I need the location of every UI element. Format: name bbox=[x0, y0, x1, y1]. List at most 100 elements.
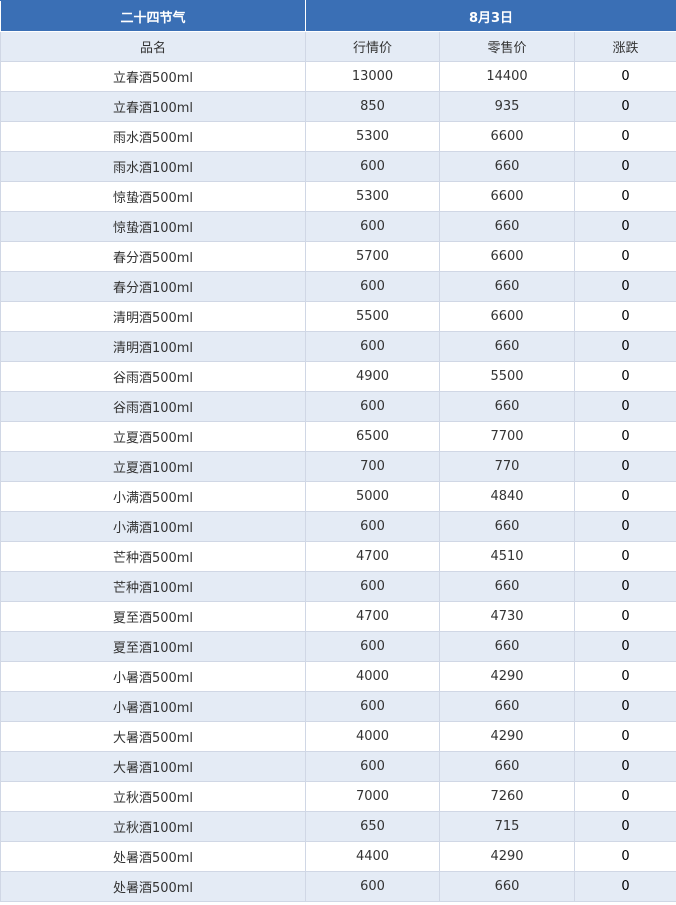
price-change-cell: 0 bbox=[574, 871, 676, 902]
market-price-cell: 600 bbox=[305, 151, 440, 182]
date-title: 8月3日 bbox=[305, 0, 676, 32]
table-row: 谷雨酒500ml 4900 5500 0 bbox=[0, 361, 676, 392]
product-name-cell: 清明酒500ml bbox=[0, 301, 306, 332]
product-name-cell: 惊蛰酒100ml bbox=[0, 211, 306, 242]
product-name-cell: 小满酒500ml bbox=[0, 481, 306, 512]
price-change-cell: 0 bbox=[574, 301, 676, 332]
market-price-cell: 4000 bbox=[305, 661, 440, 692]
retail-price-cell: 660 bbox=[439, 751, 575, 782]
table-row: 小暑酒100ml 600 660 0 bbox=[0, 691, 676, 722]
product-name-cell: 立春酒500ml bbox=[0, 61, 306, 92]
price-change-cell: 0 bbox=[574, 811, 676, 842]
table-row: 惊蛰酒100ml 600 660 0 bbox=[0, 211, 676, 242]
product-name-cell: 春分酒500ml bbox=[0, 241, 306, 272]
column-header-row: 品名 行情价 零售价 涨跌 bbox=[0, 31, 676, 62]
retail-price-cell: 4510 bbox=[439, 541, 575, 572]
table-row: 立春酒500ml 13000 14400 0 bbox=[0, 61, 676, 92]
retail-price-cell: 6600 bbox=[439, 181, 575, 212]
product-name-cell: 立春酒100ml bbox=[0, 91, 306, 122]
product-name-cell: 夏至酒500ml bbox=[0, 601, 306, 632]
market-price-cell: 6500 bbox=[305, 421, 440, 452]
price-change-cell: 0 bbox=[574, 451, 676, 482]
product-name-cell: 小暑酒500ml bbox=[0, 661, 306, 692]
price-change-cell: 0 bbox=[574, 391, 676, 422]
product-name-cell: 立秋酒100ml bbox=[0, 811, 306, 842]
price-table: 二十四节气 8月3日 品名 行情价 零售价 涨跌 立春酒500ml 13000 14… bbox=[0, 0, 676, 902]
market-price-cell: 13000 bbox=[305, 61, 440, 92]
price-change-cell: 0 bbox=[574, 691, 676, 722]
retail-price-cell: 4290 bbox=[439, 721, 575, 752]
retail-price-cell: 6600 bbox=[439, 241, 575, 272]
retail-price-cell: 660 bbox=[439, 391, 575, 422]
table-row: 小暑酒500ml 4000 4290 0 bbox=[0, 661, 676, 692]
price-change-cell: 0 bbox=[574, 541, 676, 572]
price-change-cell: 0 bbox=[574, 271, 676, 302]
retail-price-cell: 4290 bbox=[439, 841, 575, 872]
market-price-cell: 5300 bbox=[305, 121, 440, 152]
price-change-cell: 0 bbox=[574, 241, 676, 272]
market-price-cell: 850 bbox=[305, 91, 440, 122]
market-price-cell: 600 bbox=[305, 691, 440, 722]
table-row: 大暑酒500ml 4000 4290 0 bbox=[0, 721, 676, 752]
market-price-cell: 7000 bbox=[305, 781, 440, 812]
table-row: 立夏酒500ml 6500 7700 0 bbox=[0, 421, 676, 452]
column-header-retail-price: 零售价 bbox=[439, 31, 575, 62]
table-row: 大暑酒100ml 600 660 0 bbox=[0, 751, 676, 782]
table-row: 春分酒100ml 600 660 0 bbox=[0, 271, 676, 302]
product-name-cell: 夏至酒100ml bbox=[0, 631, 306, 662]
retail-price-cell: 660 bbox=[439, 691, 575, 722]
price-change-cell: 0 bbox=[574, 661, 676, 692]
table-row: 立春酒100ml 850 935 0 bbox=[0, 91, 676, 122]
market-price-cell: 600 bbox=[305, 871, 440, 902]
table-row: 清明酒100ml 600 660 0 bbox=[0, 331, 676, 362]
column-header-name: 品名 bbox=[0, 31, 306, 62]
retail-price-cell: 660 bbox=[439, 211, 575, 242]
retail-price-cell: 715 bbox=[439, 811, 575, 842]
retail-price-cell: 4290 bbox=[439, 661, 575, 692]
table-row: 立秋酒500ml 7000 7260 0 bbox=[0, 781, 676, 812]
market-price-cell: 600 bbox=[305, 211, 440, 242]
product-name-cell: 雨水酒100ml bbox=[0, 151, 306, 182]
table-row: 雨水酒100ml 600 660 0 bbox=[0, 151, 676, 182]
market-price-cell: 600 bbox=[305, 331, 440, 362]
retail-price-cell: 770 bbox=[439, 451, 575, 482]
price-change-cell: 0 bbox=[574, 421, 676, 452]
table-row: 清明酒500ml 5500 6600 0 bbox=[0, 301, 676, 332]
market-price-cell: 700 bbox=[305, 451, 440, 482]
market-price-cell: 4900 bbox=[305, 361, 440, 392]
table-row: 小满酒500ml 5000 4840 0 bbox=[0, 481, 676, 512]
table-row: 芒种酒100ml 600 660 0 bbox=[0, 571, 676, 602]
market-price-cell: 4700 bbox=[305, 601, 440, 632]
table-row: 小满酒100ml 600 660 0 bbox=[0, 511, 676, 542]
product-name-cell: 芒种酒100ml bbox=[0, 571, 306, 602]
price-change-cell: 0 bbox=[574, 91, 676, 122]
market-price-cell: 600 bbox=[305, 751, 440, 782]
market-price-cell: 600 bbox=[305, 571, 440, 602]
table-row: 夏至酒100ml 600 660 0 bbox=[0, 631, 676, 662]
price-change-cell: 0 bbox=[574, 601, 676, 632]
product-name-cell: 立夏酒500ml bbox=[0, 421, 306, 452]
product-name-cell: 处暑酒500ml bbox=[0, 871, 306, 902]
retail-price-cell: 660 bbox=[439, 511, 575, 542]
table-body: 立春酒500ml 13000 14400 0 立春酒100ml 850 935 0 雨水酒500… bbox=[0, 61, 676, 902]
product-name-cell: 谷雨酒500ml bbox=[0, 361, 306, 392]
market-price-cell: 5300 bbox=[305, 181, 440, 212]
table-row: 雨水酒500ml 5300 6600 0 bbox=[0, 121, 676, 152]
table-row: 立秋酒100ml 650 715 0 bbox=[0, 811, 676, 842]
market-price-cell: 600 bbox=[305, 511, 440, 542]
market-price-cell: 650 bbox=[305, 811, 440, 842]
product-name-cell: 立秋酒500ml bbox=[0, 781, 306, 812]
price-change-cell: 0 bbox=[574, 361, 676, 392]
retail-price-cell: 660 bbox=[439, 871, 575, 902]
table-row: 惊蛰酒500ml 5300 6600 0 bbox=[0, 181, 676, 212]
market-price-cell: 4400 bbox=[305, 841, 440, 872]
product-name-cell: 大暑酒500ml bbox=[0, 721, 306, 752]
market-price-cell: 5500 bbox=[305, 301, 440, 332]
price-change-cell: 0 bbox=[574, 571, 676, 602]
price-change-cell: 0 bbox=[574, 511, 676, 542]
column-header-market-price: 行情价 bbox=[305, 31, 440, 62]
market-price-cell: 5000 bbox=[305, 481, 440, 512]
market-price-cell: 600 bbox=[305, 271, 440, 302]
price-change-cell: 0 bbox=[574, 721, 676, 752]
product-name-cell: 芒种酒500ml bbox=[0, 541, 306, 572]
